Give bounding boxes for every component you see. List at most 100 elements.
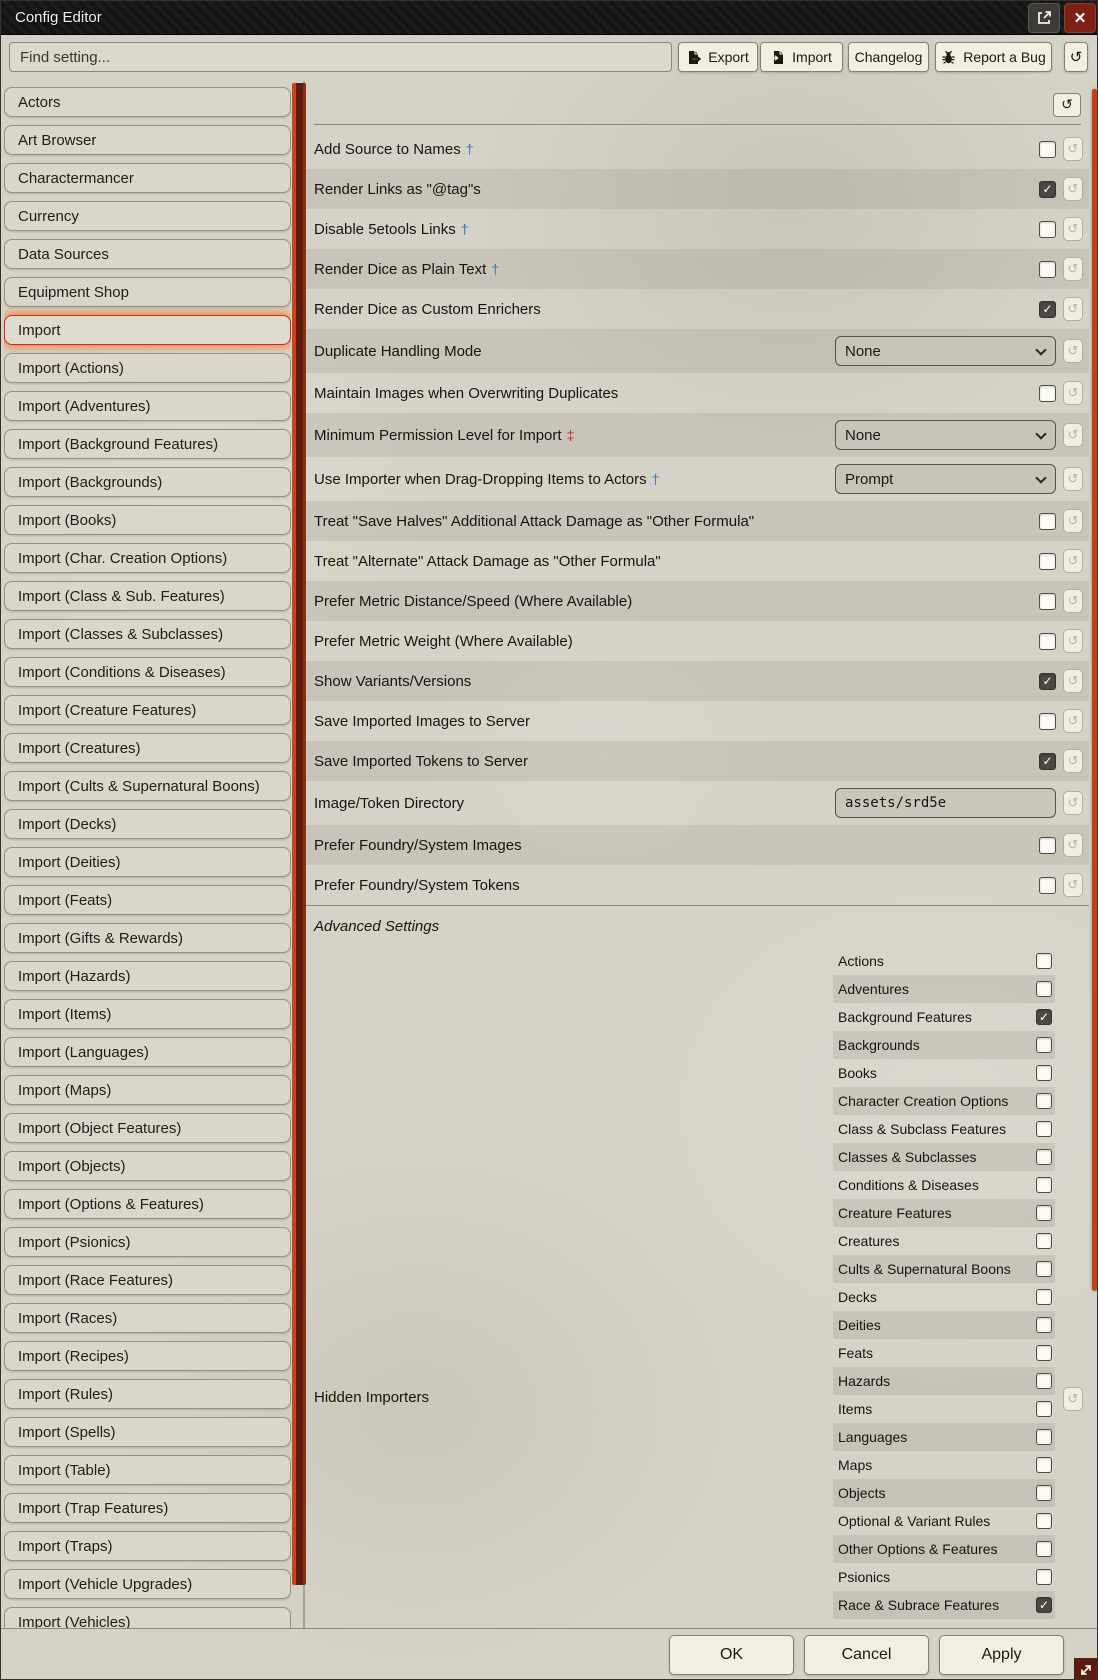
hidden-importer-checkbox[interactable] bbox=[1036, 1093, 1052, 1109]
sidebar-item-import-race-features[interactable]: Import (Race Features) bbox=[4, 1265, 291, 1295]
hidden-importer-checkbox[interactable] bbox=[1036, 1569, 1052, 1585]
row-reset-button[interactable]: ↺ bbox=[1063, 709, 1083, 733]
hidden-importer-checkbox[interactable] bbox=[1036, 981, 1052, 997]
row-reset-button[interactable]: ↺ bbox=[1063, 873, 1083, 897]
setting-checkbox[interactable] bbox=[1039, 877, 1056, 894]
setting-checkbox[interactable] bbox=[1039, 221, 1056, 238]
main-scrollbar-thumb[interactable] bbox=[1092, 89, 1097, 1291]
sidebar-item-import-hazards[interactable]: Import (Hazards) bbox=[4, 961, 291, 991]
sidebar-item-art-browser[interactable]: Art Browser bbox=[4, 125, 291, 155]
row-reset-button[interactable]: ↺ bbox=[1063, 423, 1083, 447]
hidden-importer-checkbox[interactable] bbox=[1036, 1401, 1052, 1417]
cancel-button[interactable]: Cancel bbox=[804, 1635, 929, 1675]
import-button[interactable]: Import bbox=[760, 42, 843, 72]
close-button[interactable]: ✕ bbox=[1064, 3, 1096, 33]
sidebar-item-import-backgrounds[interactable]: Import (Backgrounds) bbox=[4, 467, 291, 497]
setting-select[interactable]: None bbox=[835, 336, 1056, 366]
resize-handle[interactable] bbox=[1074, 1658, 1097, 1680]
export-button[interactable]: Export bbox=[678, 42, 758, 72]
setting-select[interactable]: Prompt bbox=[835, 464, 1056, 494]
sidebar-item-import-char-creation-options[interactable]: Import (Char. Creation Options) bbox=[4, 543, 291, 573]
row-reset-button[interactable]: ↺ bbox=[1063, 177, 1083, 201]
hidden-importer-checkbox[interactable] bbox=[1036, 1345, 1052, 1361]
setting-checkbox[interactable]: ✓ bbox=[1039, 753, 1056, 770]
setting-checkbox[interactable] bbox=[1039, 261, 1056, 278]
sidebar-item-import-languages[interactable]: Import (Languages) bbox=[4, 1037, 291, 1067]
row-reset-button[interactable]: ↺ bbox=[1063, 217, 1083, 241]
toolbar-reset-button[interactable]: ↺ bbox=[1064, 42, 1088, 72]
row-reset-button[interactable]: ↺ bbox=[1063, 467, 1083, 491]
row-reset-button[interactable]: ↺ bbox=[1063, 749, 1083, 773]
hidden-importer-checkbox[interactable] bbox=[1036, 1261, 1052, 1277]
sidebar-item-import-class-sub-features[interactable]: Import (Class & Sub. Features) bbox=[4, 581, 291, 611]
sidebar-item-import-feats[interactable]: Import (Feats) bbox=[4, 885, 291, 915]
hidden-importer-checkbox[interactable] bbox=[1036, 1177, 1052, 1193]
sidebar-item-import-rules[interactable]: Import (Rules) bbox=[4, 1379, 291, 1409]
sidebar-item-import-psionics[interactable]: Import (Psionics) bbox=[4, 1227, 291, 1257]
ok-button[interactable]: OK bbox=[669, 1635, 794, 1675]
hidden-importer-checkbox[interactable] bbox=[1036, 1037, 1052, 1053]
hidden-importer-checkbox[interactable] bbox=[1036, 953, 1052, 969]
sidebar-item-import-options-features[interactable]: Import (Options & Features) bbox=[4, 1189, 291, 1219]
sidebar-item-import-items[interactable]: Import (Items) bbox=[4, 999, 291, 1029]
setting-checkbox[interactable] bbox=[1039, 513, 1056, 530]
sidebar-item-import-table[interactable]: Import (Table) bbox=[4, 1455, 291, 1485]
reset-all-button[interactable]: ↺ bbox=[1053, 93, 1081, 117]
sidebar-item-actors[interactable]: Actors bbox=[4, 87, 291, 117]
row-reset-button[interactable]: ↺ bbox=[1063, 509, 1083, 533]
row-reset-button[interactable]: ↺ bbox=[1063, 549, 1083, 573]
hidden-importer-checkbox[interactable] bbox=[1036, 1205, 1052, 1221]
sidebar-item-import-conditions-diseases[interactable]: Import (Conditions & Diseases) bbox=[4, 657, 291, 687]
setting-select[interactable]: None bbox=[835, 420, 1056, 450]
sidebar-item-import[interactable]: Import bbox=[4, 315, 291, 345]
sidebar-scrollbar-thumb[interactable] bbox=[292, 83, 306, 1585]
hidden-importer-checkbox[interactable] bbox=[1036, 1289, 1052, 1305]
sidebar-item-import-deities[interactable]: Import (Deities) bbox=[4, 847, 291, 877]
row-reset-button[interactable]: ↺ bbox=[1063, 137, 1083, 161]
sidebar-item-import-maps[interactable]: Import (Maps) bbox=[4, 1075, 291, 1105]
hidden-importer-checkbox[interactable] bbox=[1036, 1233, 1052, 1249]
row-reset-button[interactable]: ↺ bbox=[1063, 297, 1083, 321]
setting-checkbox[interactable] bbox=[1039, 141, 1056, 158]
setting-checkbox[interactable]: ✓ bbox=[1039, 181, 1056, 198]
sidebar-item-import-spells[interactable]: Import (Spells) bbox=[4, 1417, 291, 1447]
row-reset-button[interactable]: ↺ bbox=[1063, 589, 1083, 613]
hidden-importer-checkbox[interactable]: ✓ bbox=[1036, 1009, 1052, 1025]
sidebar-item-import-object-features[interactable]: Import (Object Features) bbox=[4, 1113, 291, 1143]
row-reset-button[interactable]: ↺ bbox=[1063, 669, 1083, 693]
report-a-bug-button[interactable]: Report a Bug bbox=[935, 42, 1052, 72]
setting-checkbox[interactable] bbox=[1039, 553, 1056, 570]
hidden-importer-checkbox[interactable] bbox=[1036, 1513, 1052, 1529]
apply-button[interactable]: Apply bbox=[939, 1635, 1064, 1675]
hidden-importer-checkbox[interactable] bbox=[1036, 1429, 1052, 1445]
sidebar-item-equipment-shop[interactable]: Equipment Shop bbox=[4, 277, 291, 307]
sidebar-item-import-creatures[interactable]: Import (Creatures) bbox=[4, 733, 291, 763]
setting-checkbox[interactable] bbox=[1039, 837, 1056, 854]
row-reset-button[interactable]: ↺ bbox=[1063, 339, 1083, 363]
titlebar[interactable]: Config Editor ✕ bbox=[1, 1, 1097, 35]
hidden-importer-checkbox[interactable] bbox=[1036, 1149, 1052, 1165]
hidden-importer-checkbox[interactable]: ✓ bbox=[1036, 1597, 1052, 1613]
setting-checkbox[interactable] bbox=[1039, 593, 1056, 610]
setting-checkbox[interactable]: ✓ bbox=[1039, 673, 1056, 690]
hidden-importer-checkbox[interactable] bbox=[1036, 1121, 1052, 1137]
hidden-importer-checkbox[interactable] bbox=[1036, 1541, 1052, 1557]
sidebar-item-charactermancer[interactable]: Charactermancer bbox=[4, 163, 291, 193]
hidden-importer-checkbox[interactable] bbox=[1036, 1373, 1052, 1389]
sidebar-item-import-trap-features[interactable]: Import (Trap Features) bbox=[4, 1493, 291, 1523]
row-reset-button[interactable]: ↺ bbox=[1063, 833, 1083, 857]
setting-checkbox[interactable] bbox=[1039, 713, 1056, 730]
sidebar-item-import-recipes[interactable]: Import (Recipes) bbox=[4, 1341, 291, 1371]
row-reset-button[interactable]: ↺ bbox=[1063, 629, 1083, 653]
hidden-importer-checkbox[interactable] bbox=[1036, 1317, 1052, 1333]
hidden-importer-checkbox[interactable] bbox=[1036, 1065, 1052, 1081]
sidebar-item-import-vehicles[interactable]: Import (Vehicles) bbox=[4, 1607, 291, 1628]
changelog-button[interactable]: Changelog bbox=[848, 42, 929, 72]
setting-checkbox[interactable] bbox=[1039, 633, 1056, 650]
search-input[interactable] bbox=[9, 42, 672, 72]
row-reset-button[interactable]: ↺ bbox=[1063, 257, 1083, 281]
setting-text-input[interactable]: assets/srd5e bbox=[835, 788, 1056, 818]
hidden-importer-checkbox[interactable] bbox=[1036, 1485, 1052, 1501]
sidebar-item-import-objects[interactable]: Import (Objects) bbox=[4, 1151, 291, 1181]
sidebar-item-import-races[interactable]: Import (Races) bbox=[4, 1303, 291, 1333]
